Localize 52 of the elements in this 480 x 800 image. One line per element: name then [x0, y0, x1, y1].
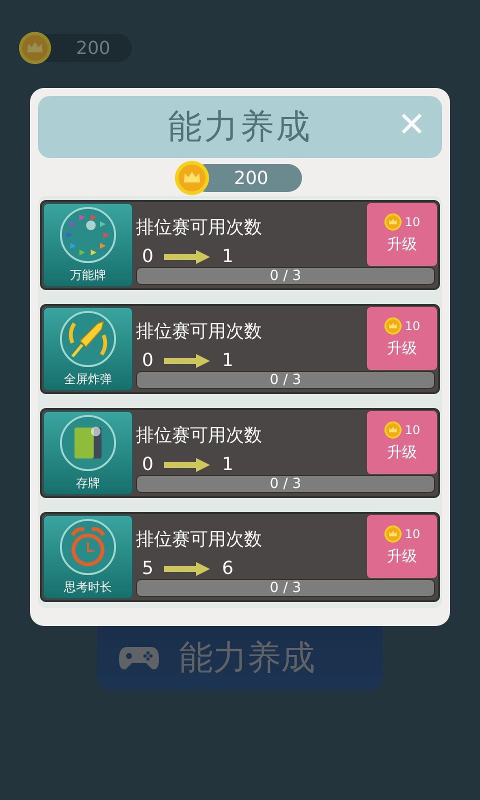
coin-icon: [384, 213, 402, 232]
upgrade-cost: 10: [404, 422, 420, 440]
upgrade-cost: 10: [404, 526, 420, 544]
progress-text: 0 / 3: [268, 476, 302, 492]
upgrade-button[interactable]: 10 升级: [367, 307, 437, 370]
progress-text: 0 / 3: [268, 372, 302, 388]
coin-counter: 200: [18, 34, 132, 62]
next-value: 1: [222, 453, 234, 477]
next-value: 6: [222, 557, 234, 581]
coin-icon: [384, 421, 402, 440]
rocket-icon: [59, 310, 117, 368]
current-value: 0: [141, 453, 154, 477]
close-button[interactable]: ✕: [394, 104, 430, 146]
card-icon: [59, 414, 117, 472]
coin-icon: [384, 525, 402, 544]
card-ring-icon: [59, 206, 117, 264]
coin-icon: [174, 160, 210, 196]
stat-label: 排位赛可用次数: [136, 216, 262, 240]
upgrade-label: 升级: [387, 234, 417, 256]
progress-text: 0 / 3: [268, 580, 302, 596]
upgrade-button[interactable]: 10 升级: [367, 203, 437, 266]
coin-icon: [384, 317, 402, 336]
item-name: 全屏炸弹: [64, 371, 112, 388]
progress-text: 0 / 3: [268, 268, 302, 284]
upgrade-button[interactable]: 10 升级: [367, 411, 437, 474]
current-value: 0: [141, 245, 154, 269]
next-value: 1: [222, 349, 234, 373]
arrow-icon: [164, 354, 210, 368]
arrow-icon: [164, 250, 210, 264]
stat-label: 排位赛可用次数: [136, 528, 262, 552]
item-name: 万能牌: [70, 267, 106, 284]
upgrade-label: 升级: [387, 442, 417, 464]
upgrade-label: 升级: [387, 546, 417, 568]
upgrade-cost: 10: [404, 318, 420, 336]
gamepad-icon: [119, 645, 159, 671]
arrow-icon: [164, 562, 210, 576]
dialog-title: 能力养成: [168, 106, 312, 148]
item-name: 存牌: [76, 475, 100, 492]
upgrade-label: 升级: [387, 338, 417, 360]
upgrade-cost: 10: [404, 214, 420, 232]
coin-icon: [18, 31, 52, 65]
upgrade-button[interactable]: 10 升级: [367, 515, 437, 578]
next-value: 1: [222, 245, 234, 269]
stat-label: 排位赛可用次数: [136, 424, 262, 448]
current-value: 5: [141, 557, 154, 581]
alarm-clock-icon: [59, 518, 117, 576]
item-name: 思考时长: [64, 579, 112, 596]
coin-amount: 200: [234, 166, 268, 190]
arrow-icon: [164, 458, 210, 472]
current-value: 0: [141, 349, 154, 373]
stat-label: 排位赛可用次数: [136, 320, 262, 344]
menu-button[interactable]: 能力养成: [97, 626, 383, 690]
